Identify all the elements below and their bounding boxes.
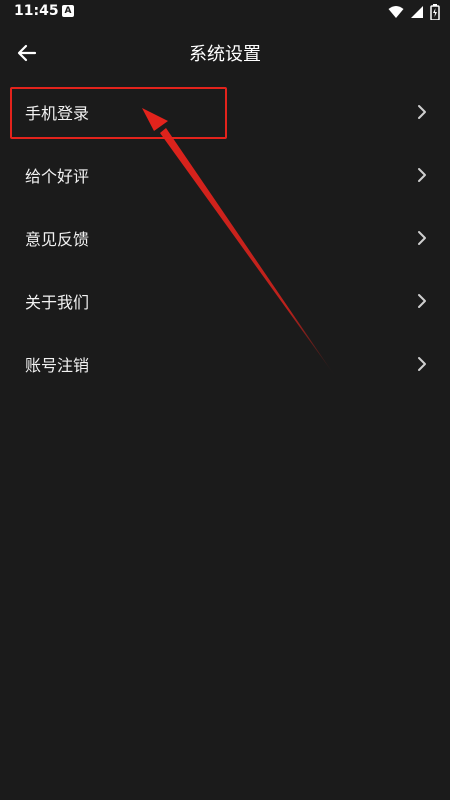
wifi-icon [388,6,404,18]
settings-item-feedback[interactable]: 意见反馈 [0,206,450,269]
settings-item-about[interactable]: 关于我们 [0,269,450,332]
settings-item-label: 意见反馈 [25,229,90,249]
chevron-right-icon [418,356,426,371]
page-title: 系统设置 [189,44,261,65]
signal-icon [411,6,423,18]
settings-list: 手机登录 给个好评 意见反馈 关于我们 账号注销 [0,80,450,395]
status-bar: 11:45 A [0,0,450,24]
status-time: 11:45 [14,3,59,19]
settings-item-label: 关于我们 [25,292,90,312]
settings-item-rate[interactable]: 给个好评 [0,143,450,206]
settings-item-label: 手机登录 [25,103,90,123]
chevron-right-icon [418,167,426,182]
app-notification-icon: A [62,5,74,17]
settings-item-label: 给个好评 [25,166,90,186]
chevron-right-icon [418,293,426,308]
battery-icon [430,4,440,20]
app-header: 系统设置 [0,24,450,80]
chevron-right-icon [418,104,426,119]
settings-item-delete-account[interactable]: 账号注销 [0,332,450,395]
settings-item-phone-login[interactable]: 手机登录 [0,80,450,143]
chevron-right-icon [418,230,426,245]
status-icons [388,4,440,20]
settings-item-label: 账号注销 [25,355,90,375]
